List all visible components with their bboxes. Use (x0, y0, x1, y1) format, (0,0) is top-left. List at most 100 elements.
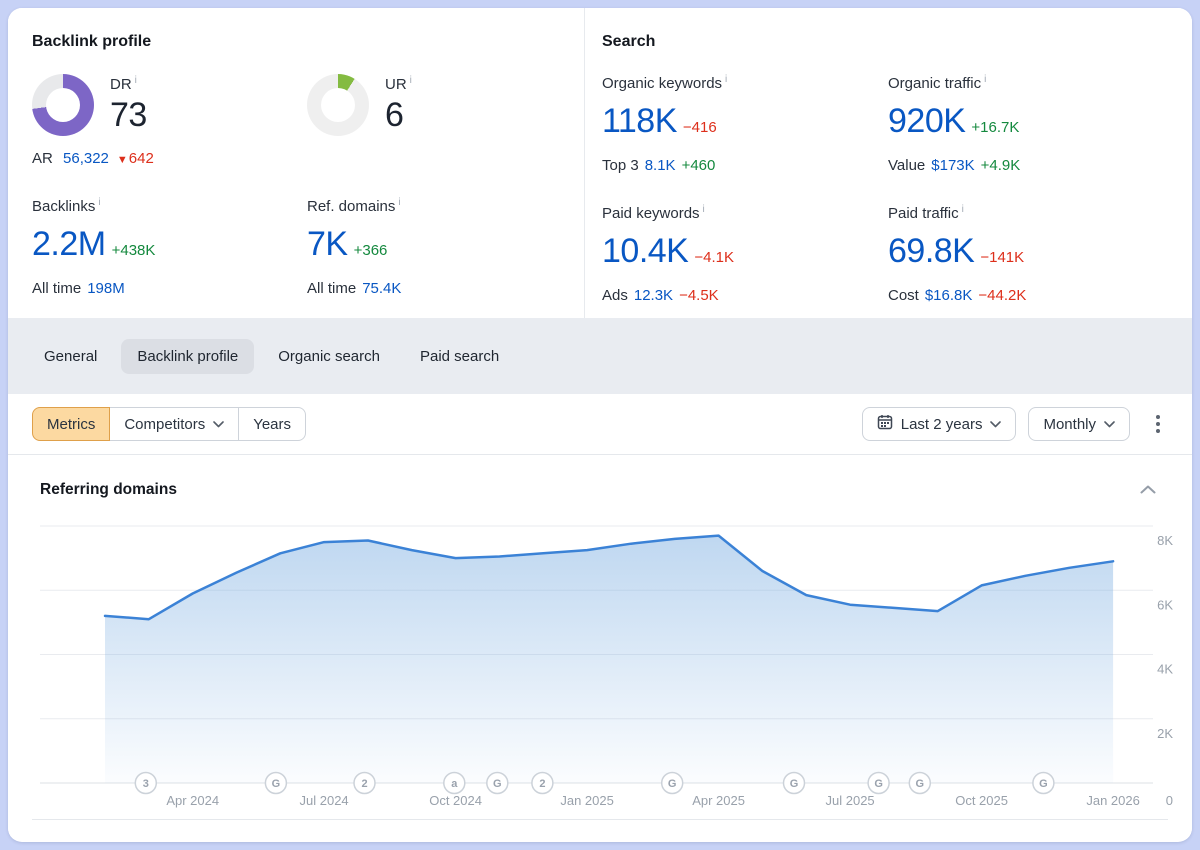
info-icon[interactable]: i (98, 197, 100, 208)
top3-value[interactable]: 8.1K (645, 157, 676, 174)
backlink-profile-panel: Backlink profile DRi 73 AR 56,322▼642 (8, 8, 585, 318)
info-icon[interactable]: i (725, 74, 727, 85)
ads-value[interactable]: 12.3K (634, 287, 673, 304)
chart-event-marker[interactable]: G (1033, 773, 1054, 794)
chart-event-marker[interactable]: G (487, 773, 508, 794)
chevron-down-icon (213, 421, 224, 428)
referring-domains-card: Referring domains 8K6K4K2K0Apr 2024Jul 2… (8, 455, 1192, 839)
cost-value[interactable]: $16.8K (925, 287, 973, 304)
competitors-label: Competitors (124, 416, 205, 433)
tab-organic-search[interactable]: Organic search (262, 339, 396, 374)
chart-event-marker[interactable]: G (662, 773, 683, 794)
svg-text:G: G (272, 778, 281, 790)
svg-text:Oct 2024: Oct 2024 (429, 793, 482, 808)
backlinks-metric: Backlinksi 2.2M+438K All time198M (32, 197, 307, 297)
triangle-down-icon: ▼ (117, 154, 128, 166)
chart-event-marker[interactable]: G (909, 773, 930, 794)
paid-traffic-label: Paid traffic (888, 205, 959, 222)
top3-label: Top 3 (602, 157, 639, 174)
organic-traffic-label: Organic traffic (888, 75, 981, 92)
paid-traffic-delta: −141K (980, 249, 1024, 266)
chevron-down-icon (1104, 421, 1115, 428)
organic-traffic-delta: +16.7K (971, 119, 1019, 136)
svg-text:G: G (493, 778, 502, 790)
svg-text:0: 0 (1166, 793, 1173, 808)
svg-text:2: 2 (361, 778, 367, 790)
alltime-value[interactable]: 198M (87, 280, 125, 297)
competitors-button[interactable]: Competitors (109, 407, 239, 441)
tab-backlink-profile[interactable]: Backlink profile (121, 339, 254, 374)
svg-text:2K: 2K (1157, 726, 1173, 741)
info-icon[interactable]: i (984, 74, 986, 85)
chart-event-marker[interactable]: 2 (532, 773, 553, 794)
date-range-button[interactable]: Last 2 years (862, 407, 1017, 441)
metrics-button[interactable]: Metrics (32, 407, 110, 441)
collapse-chevron-up-icon[interactable] (1136, 477, 1160, 503)
overview-section: Backlink profile DRi 73 AR 56,322▼642 (8, 8, 1192, 318)
ads-delta: −4.5K (679, 287, 719, 304)
calendar-icon (877, 414, 893, 434)
ar-delta: 642 (129, 150, 154, 167)
alltime-value[interactable]: 75.4K (362, 280, 401, 297)
ref-domains-value: 7K (307, 225, 348, 263)
more-options-kebab-icon[interactable] (1148, 409, 1168, 439)
interval-label: Monthly (1043, 416, 1096, 433)
chart-event-marker[interactable]: a (444, 773, 465, 794)
ref-domains-delta: +366 (354, 242, 388, 259)
svg-text:Apr 2025: Apr 2025 (692, 793, 745, 808)
svg-text:G: G (668, 778, 677, 790)
info-icon[interactable]: i (962, 204, 964, 215)
years-button[interactable]: Years (238, 407, 306, 441)
chart-event-marker[interactable]: 3 (135, 773, 156, 794)
ur-label: UR (385, 76, 407, 93)
chart-event-marker[interactable]: 2 (354, 773, 375, 794)
search-panel: Search Organic keywordsi 118K−416 Top 38… (585, 8, 1192, 318)
svg-text:G: G (1039, 778, 1048, 790)
ur-value: 6 (385, 96, 412, 134)
backlinks-label: Backlinks (32, 198, 95, 215)
chart-event-marker[interactable]: G (784, 773, 805, 794)
chart-event-marker[interactable]: G (265, 773, 286, 794)
ur-donut-chart (307, 74, 369, 136)
info-icon[interactable]: i (410, 75, 412, 86)
paid-keywords-label: Paid keywords (602, 205, 700, 222)
backlink-profile-title: Backlink profile (32, 33, 584, 51)
organic-keywords-label: Organic keywords (602, 75, 722, 92)
value-value[interactable]: $173K (931, 157, 974, 174)
paid-keywords-metric: Paid keywordsi 10.4K−4.1K Ads12.3K−4.5K (602, 204, 888, 304)
ur-metric: URi 6 (307, 74, 584, 167)
svg-text:8K: 8K (1157, 533, 1173, 548)
paid-traffic-metric: Paid traffici 69.8K−141K Cost$16.8K−44.2… (888, 204, 1192, 304)
value-label: Value (888, 157, 925, 174)
alltime-label: All time (32, 280, 81, 297)
chart-event-marker[interactable]: G (868, 773, 889, 794)
referring-domains-chart[interactable]: 8K6K4K2K0Apr 2024Jul 2024Oct 2024Jan 202… (40, 513, 1176, 813)
tab-paid-search[interactable]: Paid search (404, 339, 515, 374)
svg-text:Apr 2024: Apr 2024 (166, 793, 219, 808)
info-icon[interactable]: i (703, 204, 705, 215)
chart-title: Referring domains (40, 481, 177, 499)
interval-button[interactable]: Monthly (1028, 407, 1130, 441)
dr-metric: DRi 73 AR 56,322▼642 (32, 74, 307, 167)
tab-general[interactable]: General (28, 339, 113, 374)
dr-value: 73 (110, 96, 147, 134)
svg-text:G: G (874, 778, 883, 790)
info-icon[interactable]: i (135, 75, 137, 86)
svg-text:Jan 2026: Jan 2026 (1086, 793, 1140, 808)
view-segmented-control: Metrics Competitors Years (32, 407, 306, 441)
dashboard-card: Backlink profile DRi 73 AR 56,322▼642 (8, 8, 1192, 842)
ar-label: AR (32, 150, 53, 167)
info-icon[interactable]: i (398, 197, 400, 208)
date-range-label: Last 2 years (901, 416, 983, 433)
search-title: Search (602, 33, 1192, 51)
svg-text:Oct 2025: Oct 2025 (955, 793, 1008, 808)
paid-keywords-delta: −4.1K (694, 249, 734, 266)
svg-text:Jul 2024: Jul 2024 (300, 793, 349, 808)
cost-delta: −44.2K (978, 287, 1026, 304)
bottom-divider (32, 819, 1168, 839)
organic-traffic-metric: Organic traffici 920K+16.7K Value$173K+4… (888, 74, 1192, 174)
svg-text:4K: 4K (1157, 662, 1173, 677)
backlinks-value: 2.2M (32, 225, 106, 263)
organic-keywords-delta: −416 (683, 119, 717, 136)
ar-value[interactable]: 56,322 (63, 150, 109, 167)
